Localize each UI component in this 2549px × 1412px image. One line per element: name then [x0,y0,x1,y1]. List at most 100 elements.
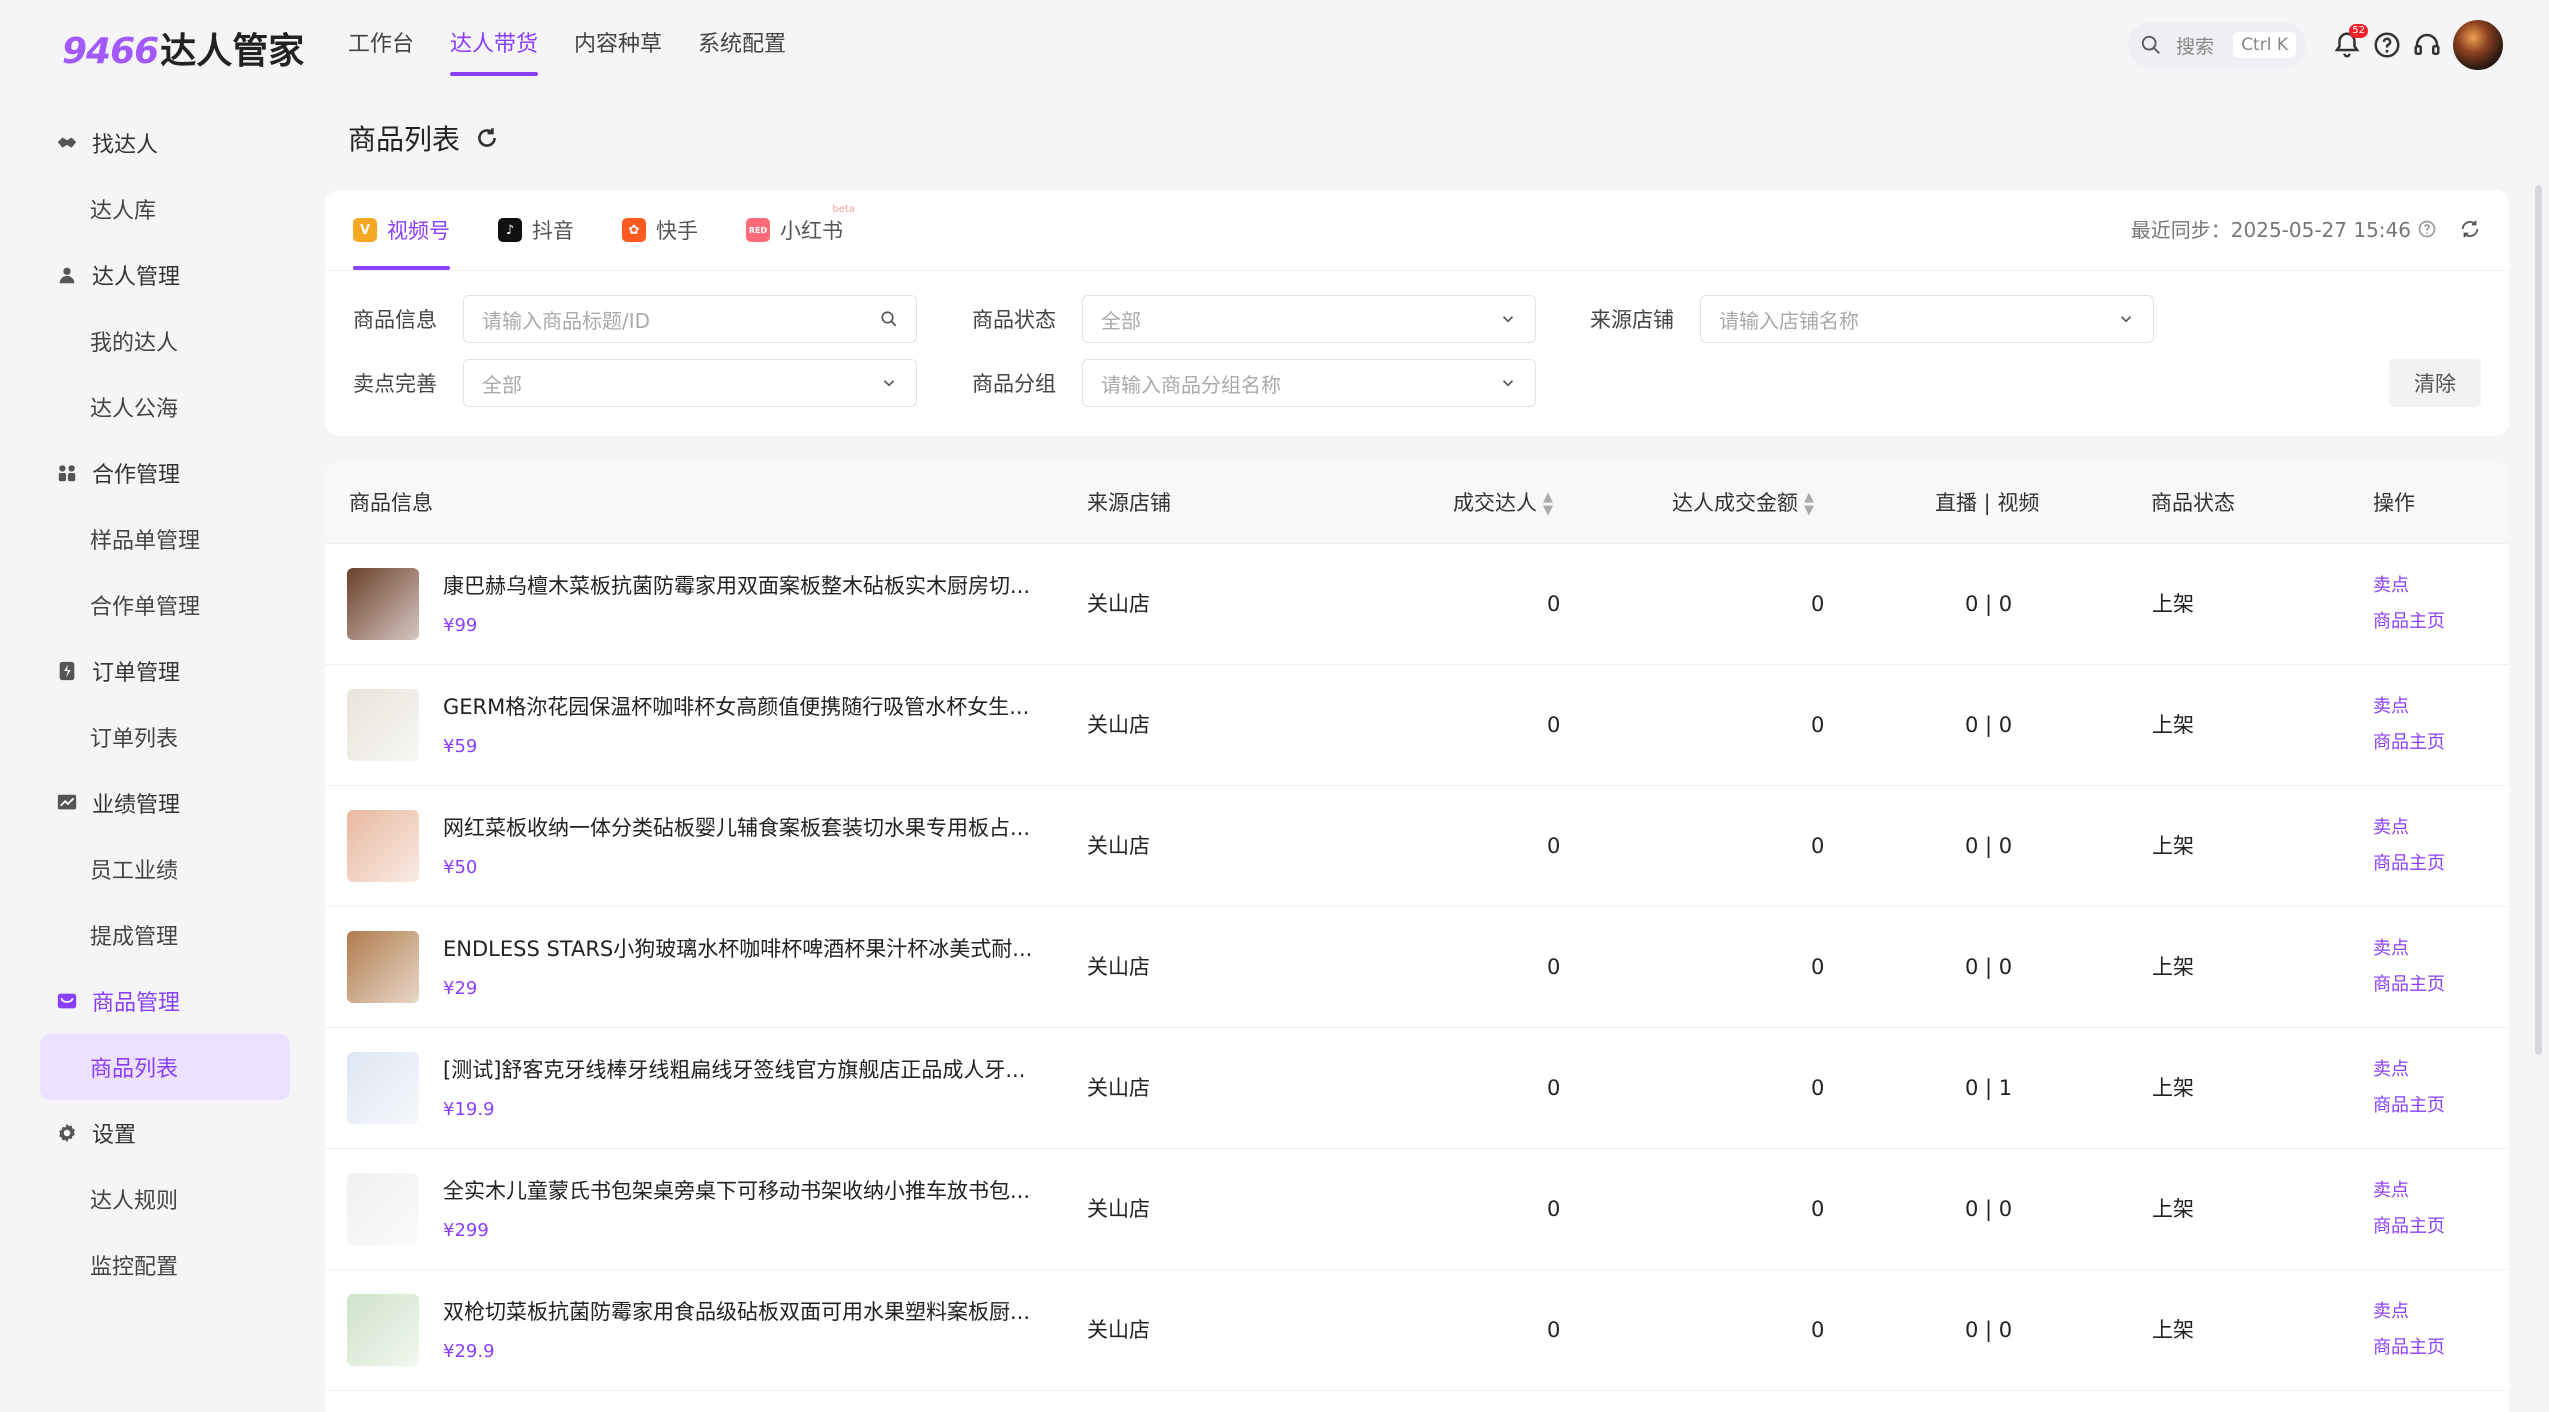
chevron-down-icon [1502,380,1514,387]
product-home-link[interactable]: 商品主页 [2373,725,2445,761]
product-name[interactable]: GERM格沵花园保温杯咖啡杯女高颜值便携随行吸管水杯女生... [443,691,1063,721]
platform-tab[interactable]: ✿ 快手 [622,190,698,270]
product-home-link[interactable]: 商品主页 [2373,846,2445,882]
status-cell: 上架 [2152,713,2194,737]
filter-product-group: 商品分组 请输入商品分组名称 [972,359,1536,407]
topnav-item[interactable]: 内容种草 [574,0,662,90]
help-icon[interactable] [2372,30,2402,60]
sidebar-group[interactable]: 业绩管理 [40,770,290,836]
avatar[interactable] [2453,20,2503,70]
sidebar-group-label: 达人管理 [92,265,181,290]
product-thumbnail[interactable] [347,689,419,761]
clear-button[interactable]: 清除 [2389,359,2481,407]
selling-point-link[interactable]: 卖点 [2373,1052,2445,1088]
product-thumbnail[interactable] [347,1294,419,1366]
product-thumbnail[interactable] [347,1173,419,1245]
selling-point-link[interactable]: 卖点 [2373,689,2445,725]
sidebar-group[interactable]: 订单管理 [40,638,290,704]
product-name[interactable]: 网红菜板收纳一体分类砧板婴儿辅食案板套装切水果专用板占... [443,812,1063,842]
order-icon [56,660,78,682]
product-name[interactable]: [测试]舒客克牙线棒牙线粗扁线牙签线官方旗舰店正品成人牙... [443,1054,1063,1084]
refresh-icon[interactable] [474,125,500,151]
selling-point-link[interactable]: 卖点 [2373,1294,2445,1330]
source-shop-select[interactable]: 请输入店铺名称 [1700,295,2154,343]
platform-tab[interactable]: RED 小红书 beta [746,190,855,270]
row-actions: 卖点 商品主页 [2373,931,2445,1003]
sidebar-item[interactable]: 达人公海 [40,374,290,440]
notification-bell-icon[interactable]: 52 [2332,24,2368,60]
product-status-select[interactable]: 全部 [1082,295,1536,343]
sidebar-item[interactable]: 达人规则 [40,1166,290,1232]
sidebar-item[interactable]: 监控配置 [40,1232,290,1298]
search-icon [2141,35,2160,54]
sidebar-item[interactable]: 样品单管理 [40,506,290,572]
page-scrollbar[interactable] [2535,185,2542,1055]
product-name[interactable]: 康巴赫乌檀木菜板抗菌防霉家用双面案板整木砧板实木厨房切... [443,570,1063,600]
sidebar-item[interactable]: 达人库 [40,176,290,242]
product-search-input[interactable]: 请输入商品标题/ID [463,295,917,343]
product-thumbnail[interactable] [347,568,419,640]
beta-badge: beta [832,204,855,215]
sidebar-item[interactable]: 商品列表 [40,1034,290,1100]
shop-cell: 关山店 [1087,1197,1150,1221]
selling-point-link[interactable]: 卖点 [2373,568,2445,604]
product-group-select[interactable]: 请输入商品分组名称 [1082,359,1536,407]
sidebar-item[interactable]: 订单列表 [40,704,290,770]
product-name[interactable]: 双枪切菜板抗菌防霉家用食品级砧板双面可用水果塑料案板厨... [443,1296,1063,1326]
product-name[interactable]: 全实木儿童蒙氏书包架桌旁桌下可移动书架收纳小推车放书包... [443,1175,1063,1205]
topnav-item[interactable]: 系统配置 [698,0,786,90]
filter-product-info: 商品信息 请输入商品标题/ID [353,295,917,343]
chevron-down-icon [1502,316,1514,323]
deal-amount-cell: 0 [1811,1076,1825,1100]
table-row: GERM格沵花园保温杯咖啡杯女高颜值便携随行吸管水杯女生... ¥59 关山店 0 0 0… [325,665,2509,786]
product-home-link[interactable]: 商品主页 [2373,967,2445,1003]
sidebar-group[interactable]: 达人管理 [40,242,290,308]
sidebar-item[interactable]: 提成管理 [40,902,290,968]
product-home-link[interactable]: 商品主页 [2373,604,2445,640]
sidebar-item[interactable]: 员工业绩 [40,836,290,902]
top-nav: 工作台 达人带货 内容种草 系统配置 [348,0,822,90]
product-name[interactable]: ENDLESS STARS小狗玻璃水杯咖啡杯啤酒杯果汁杯冰美式耐... [443,933,1063,963]
product-thumbnail[interactable] [347,931,419,1003]
col-deal-amount[interactable]: 达人成交金额 ▲ ▼ [1672,462,1814,544]
product-thumbnail[interactable] [347,1052,419,1124]
col-product: 商品信息 [349,491,433,515]
sidebar-item[interactable]: 我的达人 [40,308,290,374]
product-home-link[interactable]: 商品主页 [2373,1330,2445,1366]
handshake-icon [56,132,78,154]
selling-point-select[interactable]: 全部 [463,359,917,407]
product-home-link[interactable]: 商品主页 [2373,1209,2445,1245]
sidebar: 找达人 达人库达人管理我的达人 达人公海 合作管理 样品单管理 合作单管理 订单管理 订单列表… [40,110,290,1298]
selling-point-link[interactable]: 卖点 [2373,1173,2445,1209]
row-actions: 卖点 商品主页 [2373,810,2445,882]
platform-tab-label: 视频号 [387,219,450,243]
gear-icon [56,1122,78,1144]
global-search[interactable]: 搜索 Ctrl K [2128,22,2306,68]
headset-icon[interactable] [2412,30,2442,60]
sidebar-group[interactable]: 设置 [40,1100,290,1166]
sort-icon[interactable]: ▲ ▼ [1543,491,1553,517]
filter-label: 商品信息 [353,308,437,332]
selling-point-link[interactable]: 卖点 [2373,931,2445,967]
sidebar-group[interactable]: 商品管理 [40,968,290,1034]
shop-cell: 关山店 [1087,592,1150,616]
product-thumbnail[interactable] [347,810,419,882]
platform-tab[interactable]: ♪ 抖音 [498,190,574,270]
sidebar-group[interactable]: 找达人 [40,110,290,176]
sync-icon[interactable] [2459,218,2481,240]
sort-icon[interactable]: ▲ ▼ [1804,491,1814,517]
app-logo[interactable]: 9466 达人管家 [62,22,304,72]
sidebar-group-label: 业绩管理 [92,793,181,818]
sidebar-group[interactable]: 合作管理 [40,440,290,506]
platform-tab[interactable]: V 视频号 [353,190,450,270]
sidebar-item[interactable]: 合作单管理 [40,572,290,638]
deal-talents-cell: 0 [1547,1318,1561,1342]
product-home-link[interactable]: 商品主页 [2373,1088,2445,1124]
selling-point-link[interactable]: 卖点 [2373,810,2445,846]
info-icon[interactable] [2417,219,2437,239]
deal-talents-cell: 0 [1547,1197,1561,1221]
topnav-item[interactable]: 工作台 [348,0,414,90]
live-video-cell: 0 | 0 [1965,955,2013,979]
col-deal-talents[interactable]: 成交达人 ▲ ▼ [1453,462,1553,544]
topnav-item[interactable]: 达人带货 [450,0,539,90]
